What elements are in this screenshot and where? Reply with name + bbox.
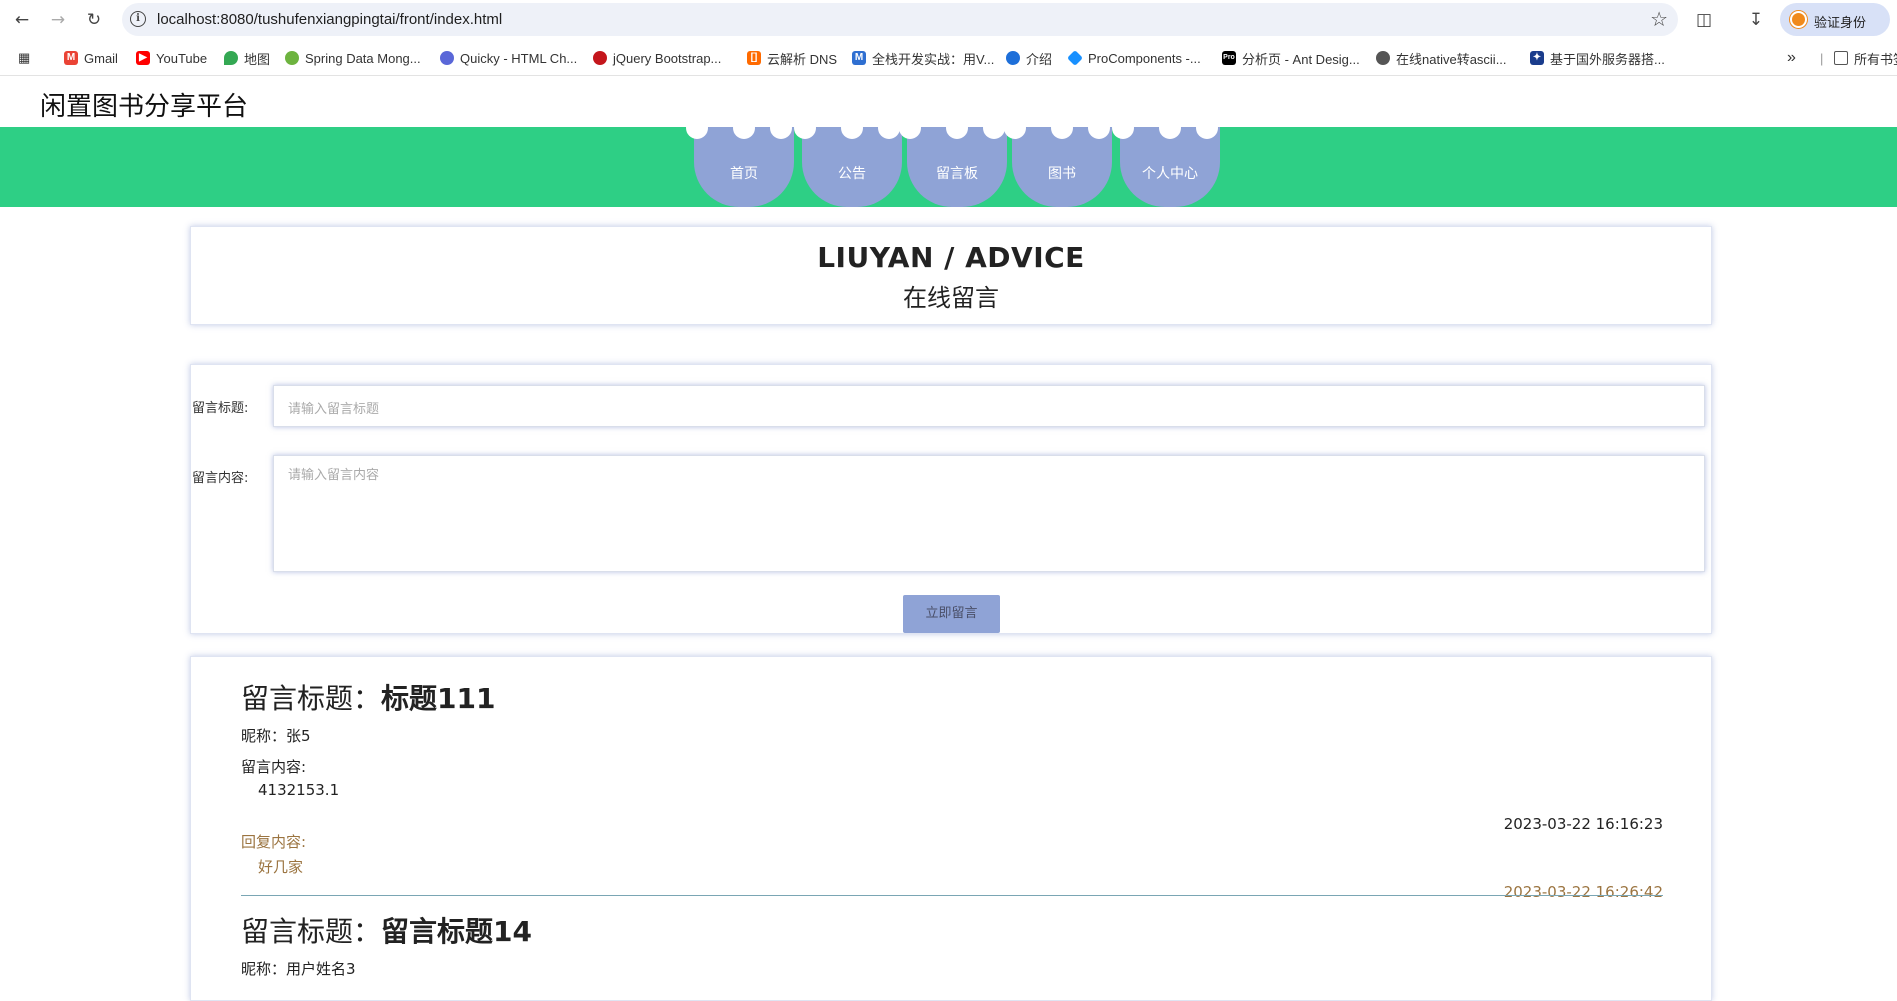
nav-scallop [946,117,968,139]
nav-scallop [1112,117,1134,139]
content-textarea[interactable]: 请输入留言内容 [273,455,1705,572]
message-date: 2023-03-22 16:16:23 [1503,815,1663,833]
title-field-label: 留言标题: [192,401,249,416]
page-title-cn: 在线留言 [903,284,999,312]
bookmarks-bar: ▦ M Gmail ▶ YouTube 地图 Spring Data Mong...… [0,40,1897,76]
bookmark-analysis[interactable]: Pro 分析页 - Ant Desig... [1222,49,1360,67]
nav-scallop [841,117,863,139]
bookmark-youtube[interactable]: ▶ YouTube [136,49,207,67]
nav-item-label: 个人中心 [1142,166,1198,182]
reply-label: 回复内容: [241,833,307,851]
nav-scallop [983,117,1005,139]
bookmark-spring[interactable]: Spring Data Mong... [285,49,421,67]
browser-toolbar: ← → ↻ i localhost:8080/tushufenxiangping… [0,0,1897,40]
nav-scallop [1088,117,1110,139]
nav-item-label: 公告 [838,166,866,182]
profile-avatar-icon [1790,11,1807,28]
bookmark-native-ascii[interactable]: 在线native转ascii... [1376,49,1507,67]
extensions-icon[interactable]: ◫ [1692,8,1716,32]
pro-icon: Pro [1222,51,1236,65]
nav-scallop [1159,117,1181,139]
bookmark-maps[interactable]: 地图 [224,49,270,67]
bookmark-server[interactable]: ✦ 基于国外服务器搭... [1530,49,1665,67]
profile-label: 验证身份 [1814,16,1867,31]
bookmark-jquery[interactable]: jQuery Bootstrap... [593,49,721,67]
bookmark-fullstack[interactable]: M 全栈开发实战：用V... [852,49,994,67]
apps-icon[interactable]: ▦ [18,49,30,67]
m-icon: M [852,51,866,65]
site-icon: ✦ [1530,51,1544,65]
bookmark-dns[interactable]: [] 云解析 DNS [747,49,837,67]
all-bookmarks-folder[interactable]: 所有书签 [1834,49,1897,67]
nav-item-label: 留言板 [936,166,978,182]
nav-item-label: 图书 [1048,166,1076,182]
message-divider [241,895,1663,896]
message-title: 留言标题：标题111 [241,682,496,715]
nav-scallop [1196,117,1218,139]
nav-scallop [733,117,755,139]
nav-item-label: 首页 [730,166,758,182]
bookmarks-separator: | [1820,50,1824,66]
reply-content: 好几家 [258,858,304,876]
list-item: 留言标题：标题111 昵称：张5 留言内容: 4132153.1 2023-03… [241,677,1663,901]
procomponents-icon [1067,50,1083,66]
message-content-label: 留言内容: [241,758,307,776]
maps-icon [224,51,238,65]
message-nickname: 昵称：用户姓名3 [241,960,356,978]
nav-item-guestbook[interactable]: 留言板 [899,117,1007,207]
nav-item-profile[interactable]: 个人中心 [1112,117,1220,207]
message-nickname: 昵称：张5 [241,727,311,745]
bookmark-star-icon[interactable]: ☆ [1650,7,1668,31]
title-input[interactable]: 请输入留言标题 [273,385,1705,427]
message-content: 4132153.1 [258,781,340,799]
back-icon[interactable]: ← [10,8,34,32]
bookmark-gmail[interactable]: M Gmail [64,49,118,67]
nav-scallop [770,117,792,139]
nav-scallop [878,117,900,139]
gmail-icon: M [64,51,78,65]
jquery-icon [593,51,607,65]
aliyun-icon: [] [747,51,761,65]
nav-item-home[interactable]: 首页 [686,117,794,207]
message-title: 留言标题：留言标题14 [241,915,532,948]
list-item: 留言标题：留言标题14 昵称：用户姓名3 [241,910,1663,979]
youtube-icon: ▶ [136,51,150,65]
site-title: 闲置图书分享平台 [40,92,249,122]
bookmark-procomponents[interactable]: ProComponents -... [1067,49,1201,67]
nav-scallop [794,117,816,139]
forward-icon[interactable]: → [46,8,70,32]
content-field-label: 留言内容: [192,471,249,486]
page-heading-card: LIUYAN / ADVICE 在线留言 [190,226,1712,325]
message-form: 留言标题: 请输入留言标题 留言内容: 请输入留言内容 立即留言 [190,364,1712,634]
nav-scallop [686,117,708,139]
quicky-icon [440,51,454,65]
globe-icon [1006,51,1020,65]
folder-icon [1834,51,1848,65]
nav-scallop [1004,117,1026,139]
reload-icon[interactable]: ↻ [82,8,106,32]
nav-scallop [899,117,921,139]
profile-button[interactable]: 验证身份 [1780,3,1890,36]
download-icon[interactable]: ↧ [1744,8,1768,32]
submit-message-button[interactable]: 立即留言 [903,595,1000,633]
page-title-en: LIUYAN / ADVICE [817,241,1085,274]
web-icon [1376,51,1390,65]
nav-scallop [1051,117,1073,139]
site-info-icon[interactable]: i [130,11,146,27]
url-text[interactable]: localhost:8080/tushufenxiangpingtai/fron… [157,11,502,28]
spring-icon [285,51,299,65]
bookmark-intro[interactable]: 介绍 [1006,49,1052,67]
reply-date: 2023-03-22 16:26:42 [1503,883,1663,901]
more-bookmarks-icon[interactable]: » [1787,49,1796,67]
nav-item-notice[interactable]: 公告 [794,117,902,207]
address-bar[interactable]: i localhost:8080/tushufenxiangpingtai/fr… [122,3,1678,36]
nav-item-books[interactable]: 图书 [1004,117,1112,207]
message-list: 留言标题：标题111 昵称：张5 留言内容: 4132153.1 2023-03… [190,656,1712,1001]
bookmark-quicky[interactable]: Quicky - HTML Ch... [440,49,577,67]
